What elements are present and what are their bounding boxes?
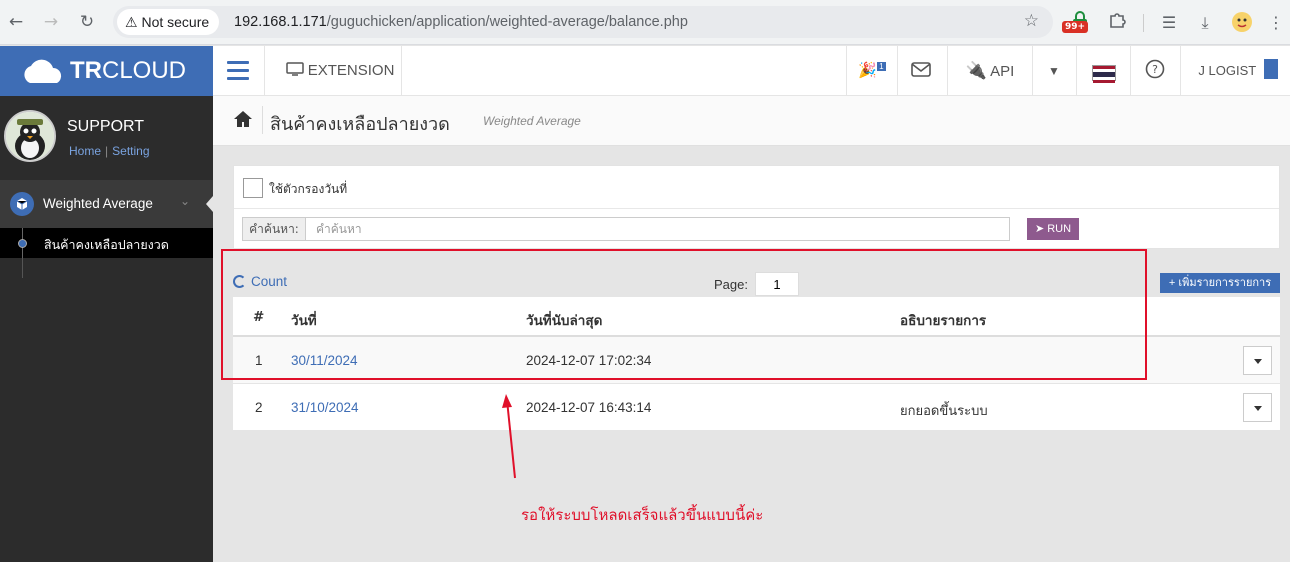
api-label: API — [990, 63, 1015, 80]
search-input[interactable] — [305, 217, 1010, 241]
app-logo[interactable]: TRCLOUD — [0, 46, 213, 96]
run-button[interactable]: ➤ RUN — [1027, 218, 1079, 240]
sidebar-item-label: Weighted Average — [43, 196, 153, 211]
extension-lock-icon[interactable]: 99+ — [1062, 11, 1092, 35]
tree-line — [22, 258, 23, 278]
download-icon[interactable]: ⤓ — [1194, 11, 1216, 35]
bookmark-star-icon[interactable]: ☆ — [1024, 11, 1039, 31]
run-label: RUN — [1047, 223, 1072, 235]
api-nav[interactable]: 🔌 API — [960, 46, 1020, 96]
page-header: สินค้าคงเหลือปลายงวด Weighted Average — [213, 96, 1290, 146]
reload-icon[interactable]: ↻ — [76, 11, 98, 33]
add-item-button[interactable]: + เพิ่มรายการรายการ — [1160, 273, 1280, 293]
row-dropdown-button[interactable] — [1243, 346, 1272, 375]
mail-icon[interactable] — [909, 46, 933, 96]
user-menu[interactable]: J LOGIST — [1193, 46, 1283, 96]
setting-link[interactable]: Setting — [112, 144, 149, 158]
url-path: /guguchicken/application/weighted-averag… — [326, 14, 688, 30]
url-host: 192.168.1.171 — [234, 14, 327, 30]
date-filter-checkbox[interactable] — [243, 178, 263, 198]
building-icon — [1263, 59, 1278, 79]
row-number: 2 — [255, 400, 263, 415]
svg-text:?: ? — [1152, 63, 1158, 76]
tree-dot-icon — [18, 239, 27, 248]
cube-icon — [10, 192, 34, 216]
address-bar[interactable]: ⚠ Not secure 192.168.1.171/guguchicken/a… — [113, 6, 1053, 38]
annotation-highlight-box — [221, 249, 1147, 380]
logo-bold: TR — [70, 57, 102, 84]
sidebar-item-weighted-average[interactable]: Weighted Average ⌄ — [0, 180, 213, 228]
row-counted-at: 2024-12-07 16:43:14 — [526, 400, 652, 415]
sidebar-subitem-label: สินค้าคงเหลือปลายงวด — [44, 237, 169, 252]
table-row: 2 31/10/2024 2024-12-07 16:43:14 ยกยอดขึ… — [233, 384, 1280, 431]
page-subtitle: Weighted Average — [483, 114, 581, 128]
hamburger-menu-icon[interactable] — [227, 61, 249, 81]
navbar-divider — [846, 46, 847, 96]
thai-flag-icon[interactable] — [1092, 65, 1116, 83]
annotation-text: รอให้ระบบโหลดเสร็จแล้วขึ้นแบบนี้ค่ะ — [521, 506, 764, 524]
navbar-divider — [401, 46, 402, 96]
extension-badge: 99+ — [1062, 21, 1089, 33]
navbar-divider — [947, 46, 948, 96]
home-link[interactable]: Home — [69, 144, 101, 158]
sidebar: SUPPORT Home | Setting Weighted Average ⌄ … — [0, 96, 213, 562]
extension-label: EXTENSION — [307, 62, 395, 79]
security-label: Not secure — [141, 14, 210, 30]
avatar — [4, 110, 56, 162]
support-links: Home | Setting — [69, 144, 150, 158]
navbar-divider — [1032, 46, 1033, 96]
header-divider — [262, 106, 263, 134]
home-icon[interactable] — [233, 110, 253, 128]
monitor-icon — [285, 62, 304, 76]
top-navbar: EXTENSION 🎉 1 🔌 API ▼ ? J LOGIST — [213, 46, 1290, 96]
plug-icon: 🔌 — [965, 61, 987, 80]
row-description: ยกยอดขึ้นระบบ — [900, 404, 988, 419]
logo-text: TRCLOUD — [70, 56, 186, 86]
active-notch — [206, 196, 213, 212]
forward-icon[interactable]: → — [40, 11, 62, 33]
row-dropdown-button[interactable] — [1243, 393, 1272, 422]
caret-down-icon[interactable]: ▼ — [1045, 46, 1063, 96]
back-icon[interactable]: ← — [5, 11, 27, 33]
notify-badge: 1 — [877, 62, 886, 71]
navbar-divider — [897, 46, 898, 96]
row-date-link[interactable]: 31/10/2024 — [291, 400, 359, 415]
rocket-icon: ➤ — [1034, 223, 1045, 235]
annotation-arrow-icon — [502, 394, 516, 479]
navbar-divider — [1180, 46, 1181, 96]
profile-avatar-icon[interactable] — [1229, 11, 1255, 35]
kebab-menu-icon[interactable]: ⋮ — [1268, 11, 1284, 35]
user-label: J LOGIST — [1198, 63, 1256, 78]
toolbar-divider — [1143, 14, 1144, 32]
filter-panel: ใช้ตัวกรองวันที่ คำค้นหา: ➤ RUN — [233, 165, 1280, 249]
cloud-icon — [24, 59, 62, 83]
extension-nav[interactable]: EXTENSION — [277, 46, 403, 96]
filter-divider — [234, 208, 1279, 209]
date-filter-label: ใช้ตัวกรองวันที่ — [269, 182, 348, 196]
media-queue-icon[interactable]: ☰ — [1158, 11, 1180, 35]
support-title: SUPPORT — [67, 118, 145, 135]
navbar-divider — [1076, 46, 1077, 96]
security-chip[interactable]: ⚠ Not secure — [117, 9, 220, 35]
help-icon[interactable]: ? — [1144, 46, 1166, 96]
page-title: สินค้าคงเหลือปลายงวด — [270, 114, 450, 135]
logo-rest: CLOUD — [102, 57, 187, 84]
url-text[interactable]: 192.168.1.171/guguchicken/application/we… — [234, 6, 688, 38]
link-separator: | — [105, 144, 109, 158]
navbar-divider — [264, 46, 265, 96]
chevron-down-icon: ⌄ — [180, 194, 191, 208]
browser-toolbar: ← → ↻ ⚠ Not secure 192.168.1.171/guguchi… — [0, 0, 1290, 45]
navbar-divider — [1130, 46, 1131, 96]
puzzle-icon[interactable] — [1106, 11, 1128, 35]
search-label: คำค้นหา: — [242, 217, 306, 241]
celebrate-icon[interactable]: 🎉 1 — [858, 46, 886, 96]
sidebar-subitem-balance[interactable]: สินค้าคงเหลือปลายงวด — [0, 228, 213, 258]
